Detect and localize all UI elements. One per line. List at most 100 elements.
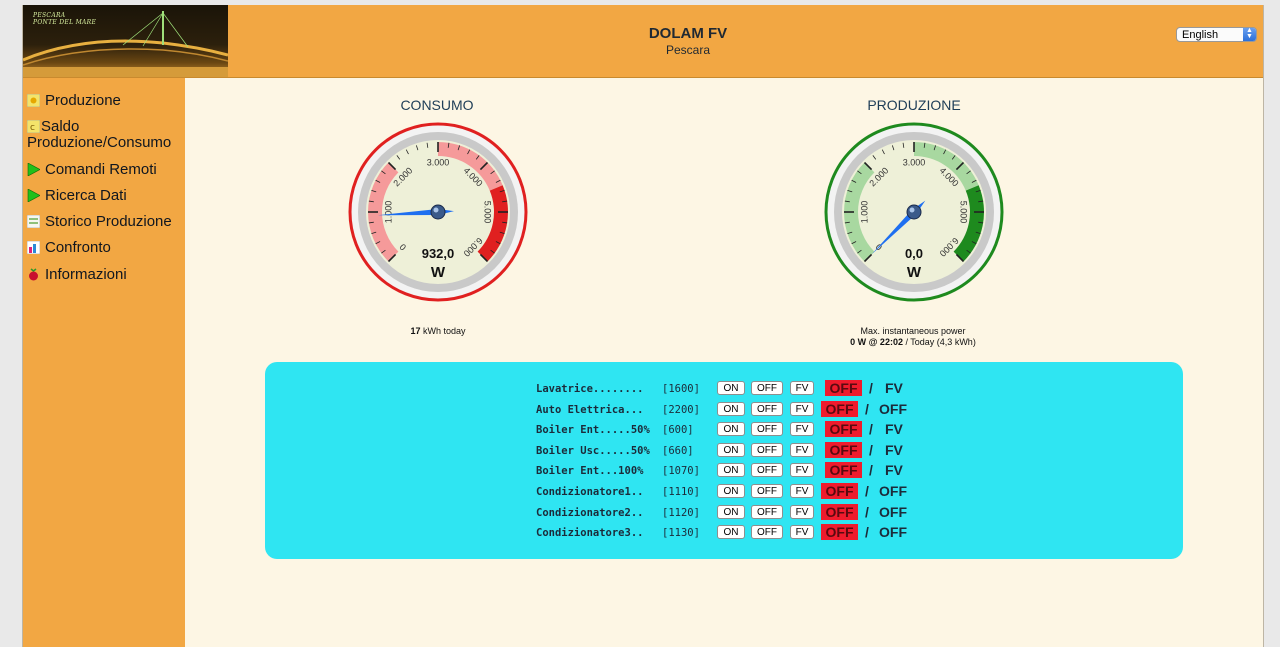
device-mode: FV bbox=[885, 421, 903, 437]
fv-button[interactable]: FV bbox=[790, 484, 814, 498]
fv-button[interactable]: FV bbox=[790, 381, 814, 395]
sidebar-item-comandi-remoti[interactable]: Comandi Remoti bbox=[27, 162, 157, 178]
sidebar-item-produzione[interactable]: Produzione bbox=[26, 92, 121, 109]
page-title: DOLAM FV bbox=[648, 25, 728, 42]
device-state-badge: OFF bbox=[821, 401, 858, 417]
page: PESCARA PONTE DEL MARE DOLAM FV Pescara … bbox=[22, 5, 1264, 647]
device-state-badge: OFF bbox=[821, 483, 858, 499]
on-button[interactable]: ON bbox=[717, 422, 745, 436]
separator: / bbox=[869, 380, 873, 396]
produzione-needle-hub bbox=[906, 204, 922, 220]
device-mode: FV bbox=[885, 442, 903, 458]
consumo-value: 932,0 bbox=[422, 246, 455, 261]
device-mode: FV bbox=[885, 462, 903, 478]
separator: / bbox=[865, 504, 869, 520]
language-select[interactable]: English ▲ ▼ bbox=[1176, 27, 1257, 42]
device-row: Boiler Ent.....50% [600] ON OFF FV OFF / FV bbox=[265, 421, 1183, 439]
on-button[interactable]: ON bbox=[717, 463, 745, 477]
consumo-tick-label: 1.000 bbox=[383, 201, 393, 224]
separator: / bbox=[869, 462, 873, 478]
max-power-value: 0 W @ 22:02 bbox=[850, 337, 903, 347]
chevron-updown-icon: ▲ ▼ bbox=[1243, 27, 1256, 41]
sidebar-item-confronto[interactable]: Confronto bbox=[26, 239, 111, 256]
off-button[interactable]: OFF bbox=[751, 422, 783, 436]
separator: / bbox=[865, 483, 869, 499]
sidebar-item-label: Produzione bbox=[45, 92, 121, 109]
device-state-badge: OFF bbox=[825, 380, 862, 396]
off-button[interactable]: OFF bbox=[751, 381, 783, 395]
fv-button[interactable]: FV bbox=[790, 463, 814, 477]
device-state-badge: OFF bbox=[825, 462, 862, 478]
produzione-caption: Max. instantaneous power 0 W @ 22:02 / T… bbox=[803, 326, 1023, 348]
sidebar-item-informazioni[interactable]: Informazioni bbox=[27, 267, 127, 283]
on-button[interactable]: ON bbox=[717, 381, 745, 395]
on-button[interactable]: ON bbox=[717, 402, 745, 416]
produzione-tick-label: 3.000 bbox=[903, 157, 926, 167]
off-button[interactable]: OFF bbox=[751, 402, 783, 416]
device-row: Boiler Ent...100% [1070] ON OFF FV OFF / FV bbox=[265, 462, 1183, 480]
off-button[interactable]: OFF bbox=[751, 525, 783, 539]
fv-button[interactable]: FV bbox=[790, 402, 814, 416]
device-row: Condizionatore2.. [1120] ON OFF FV OFF / OFF bbox=[265, 504, 1183, 522]
fv-button[interactable]: FV bbox=[790, 443, 814, 457]
device-state-badge: OFF bbox=[825, 421, 862, 437]
chart-icon bbox=[26, 240, 41, 255]
produzione-unit: W bbox=[907, 264, 922, 281]
separator: / bbox=[865, 524, 869, 540]
produzione-tick-label: 1.000 bbox=[859, 201, 869, 224]
sidebar-item-label: Comandi Remoti bbox=[45, 161, 157, 178]
logo-text-line1: PESCARA bbox=[33, 12, 66, 19]
sidebar: Produzione c Saldo Produzione/Consumo Com… bbox=[23, 78, 185, 647]
on-button[interactable]: ON bbox=[717, 443, 745, 457]
history-icon bbox=[26, 214, 41, 229]
consumo-tick-label: 3.000 bbox=[427, 157, 450, 167]
raspberry-icon bbox=[27, 268, 40, 281]
device-row: Boiler Usc.....50% [660] ON OFF FV OFF / FV bbox=[265, 442, 1183, 460]
fv-button[interactable]: FV bbox=[790, 422, 814, 436]
device-power: [1600] bbox=[662, 383, 700, 395]
header: PESCARA PONTE DEL MARE DOLAM FV Pescara … bbox=[23, 5, 1263, 78]
sidebar-item-saldo[interactable]: c Saldo Produzione/Consumo bbox=[26, 118, 185, 151]
play-icon bbox=[27, 188, 41, 203]
device-row: Lavatrice........ [1600] ON OFF FV OFF / FV bbox=[265, 380, 1183, 398]
device-power: [1120] bbox=[662, 507, 700, 519]
produzione-value: 0,0 bbox=[905, 246, 923, 261]
device-mode: OFF bbox=[879, 401, 907, 417]
consumo-gauge-title: CONSUMO bbox=[400, 97, 474, 113]
today-production: / Today (4,3 kWh) bbox=[902, 337, 976, 347]
on-button[interactable]: ON bbox=[717, 505, 745, 519]
title-block: DOLAM FV Pescara bbox=[543, 25, 833, 57]
device-power: [660] bbox=[662, 445, 694, 457]
off-button[interactable]: OFF bbox=[751, 505, 783, 519]
sidebar-item-storico-produzione[interactable]: Storico Produzione bbox=[26, 214, 172, 230]
device-power: [1110] bbox=[662, 486, 700, 498]
fv-button[interactable]: FV bbox=[790, 525, 814, 539]
device-row: Condizionatore1.. [1110] ON OFF FV OFF / OFF bbox=[265, 483, 1183, 501]
consumo-unit: W bbox=[431, 264, 446, 281]
sidebar-item-label: Saldo Produzione/Consumo bbox=[27, 118, 172, 151]
produzione-tick-label: 5.000 bbox=[959, 201, 969, 224]
off-button[interactable]: OFF bbox=[751, 463, 783, 477]
sidebar-item-ricerca-dati[interactable]: Ricerca Dati bbox=[27, 188, 127, 204]
device-state-badge: OFF bbox=[821, 524, 858, 540]
fv-button[interactable]: FV bbox=[790, 505, 814, 519]
device-state-badge: OFF bbox=[821, 504, 858, 520]
produzione-needle-hub-highlight bbox=[909, 207, 915, 213]
logo-image: PESCARA PONTE DEL MARE bbox=[23, 5, 228, 77]
off-button[interactable]: OFF bbox=[751, 443, 783, 457]
sidebar-item-label: Confronto bbox=[45, 239, 111, 256]
balance-icon: c bbox=[26, 119, 41, 134]
device-mode: FV bbox=[885, 380, 903, 396]
on-button[interactable]: ON bbox=[717, 525, 745, 539]
sidebar-item-label: Informazioni bbox=[45, 266, 127, 283]
svg-text:c: c bbox=[30, 123, 35, 133]
play-icon bbox=[27, 162, 41, 177]
on-button[interactable]: ON bbox=[717, 484, 745, 498]
produzione-gauge-title: PRODUZIONE bbox=[867, 97, 961, 113]
device-mode: OFF bbox=[879, 483, 907, 499]
sidebar-item-label: Ricerca Dati bbox=[45, 187, 127, 204]
device-state-badge: OFF bbox=[825, 442, 862, 458]
consumo-today-value: 17 bbox=[410, 326, 421, 336]
sun-icon bbox=[26, 93, 41, 108]
off-button[interactable]: OFF bbox=[751, 484, 783, 498]
